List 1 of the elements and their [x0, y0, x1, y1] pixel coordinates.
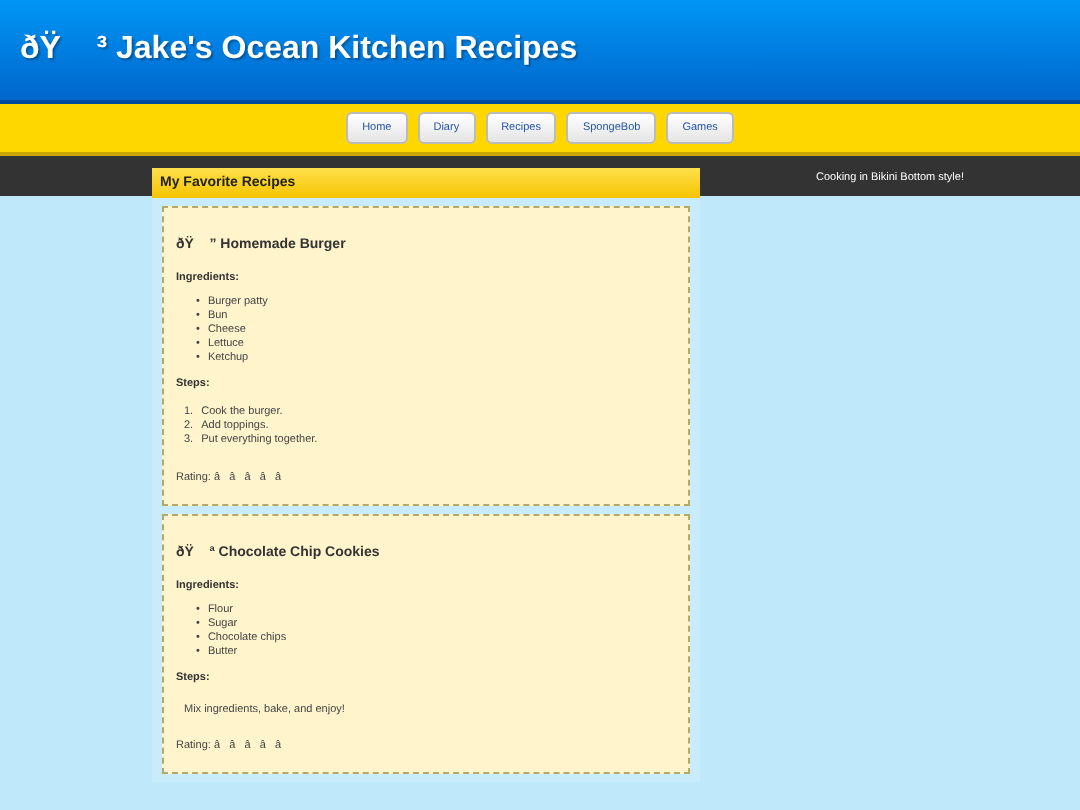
site-title: ðŸ ³ Jake's Ocean Kitchen Recipes: [20, 32, 578, 68]
